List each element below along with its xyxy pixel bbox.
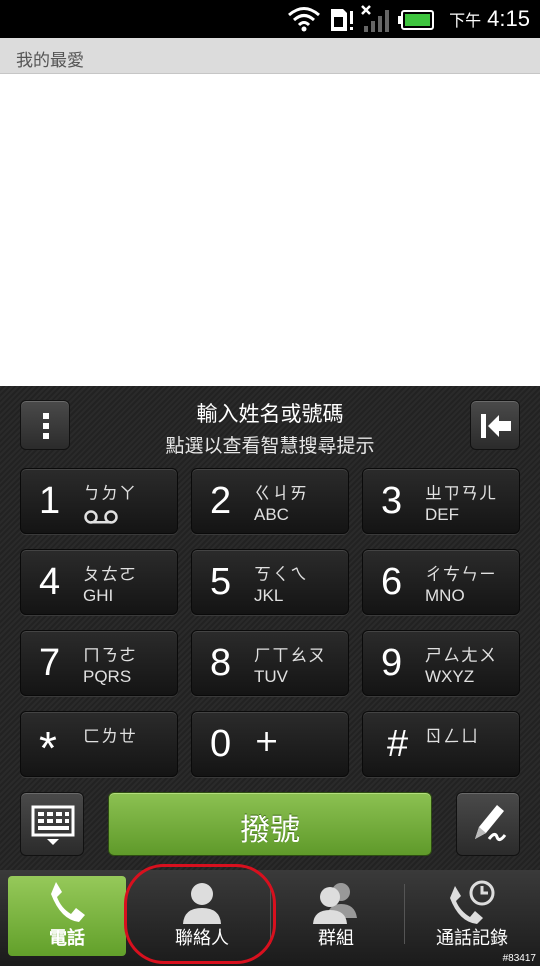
key-digit: 3 <box>381 480 403 522</box>
key-star[interactable]: * ㄈㄌㄝ <box>20 711 178 777</box>
key-letters: DEF <box>425 505 459 524</box>
handwriting-button[interactable] <box>456 792 520 856</box>
key-8[interactable]: 8 ㄏㄒㄠㄡ TUV <box>191 630 349 696</box>
key-7[interactable]: 7 ㄇㄋㄜ PQRS <box>20 630 178 696</box>
key-digit: * <box>39 722 57 774</box>
key-letters: ABC <box>254 505 289 524</box>
key-letters: PQRS <box>83 667 132 686</box>
group-icon <box>313 883 357 924</box>
keyboard-toggle-button[interactable] <box>20 792 84 856</box>
key-zhuyin: ㄅㄉㄚ <box>83 484 137 504</box>
key-digit: 4 <box>39 561 61 603</box>
key-zhuyin: ㄏㄒㄠㄡ <box>254 646 326 666</box>
favorites-list[interactable] <box>0 74 540 386</box>
tab-label: 群組 <box>318 928 354 949</box>
handwriting-pen-icon <box>475 805 507 842</box>
wifi-icon <box>288 7 320 32</box>
status-bar: 下午 4:15 <box>0 0 540 38</box>
tab-label: 通話記錄 <box>436 928 508 949</box>
tab-contacts[interactable]: 聯絡人 <box>140 876 264 956</box>
tab-divider <box>270 884 271 944</box>
backspace-icon <box>481 414 511 438</box>
key-5[interactable]: 5 ㄎㄑㄟ JKL <box>191 549 349 615</box>
signal-icon <box>361 5 389 32</box>
smart-search-hint[interactable]: 點選以查看智慧搜尋提示 <box>90 431 450 458</box>
tab-divider <box>404 884 405 944</box>
key-zhuyin: ㄖㄥㄩ <box>425 727 479 747</box>
more-vertical-icon <box>43 413 49 439</box>
time-period: 下午 <box>449 11 482 30</box>
key-zhuyin: ㄍㄐㄞ <box>254 484 308 504</box>
tab-label: 電話 <box>49 928 85 949</box>
tab-phone[interactable]: 電話 <box>8 876 126 956</box>
tab-groups[interactable]: 群組 <box>276 876 396 956</box>
call-log-icon <box>450 880 495 924</box>
number-input-prompt[interactable]: 輸入姓名或號碼 <box>90 398 450 428</box>
key-digit: 6 <box>381 561 403 603</box>
call-button[interactable]: 撥號 <box>108 792 432 856</box>
key-2[interactable]: 2 ㄍㄐㄞ ABC <box>191 468 349 534</box>
key-digit: 9 <box>381 642 403 684</box>
key-0[interactable]: 0 + <box>191 711 349 777</box>
key-letters: GHI <box>83 586 114 605</box>
key-zhuyin: ㄔㄘㄣㄧ <box>425 565 497 585</box>
clock: 下午 4:15 <box>449 6 530 34</box>
key-letters: WXYZ <box>425 667 475 686</box>
key-zhuyin: ㄈㄌㄝ <box>83 727 137 747</box>
key-letters: JKL <box>254 586 284 605</box>
voicemail-icon <box>84 510 118 524</box>
key-digit: 8 <box>210 642 232 684</box>
phone-icon <box>51 882 85 922</box>
key-9[interactable]: 9 ㄕㄙㄤㄨ WXYZ <box>362 630 520 696</box>
person-icon <box>183 883 221 924</box>
key-zhuyin: ㄇㄋㄜ <box>83 646 137 666</box>
bottom-tab-bar: 電話 聯絡人 群組 通話記錄 <box>0 870 540 966</box>
key-digit: 1 <box>39 480 61 522</box>
key-hash[interactable]: # ㄖㄥㄩ <box>362 711 520 777</box>
watermark: #83417 <box>502 953 536 964</box>
key-zhuyin: ㄆㄊㄛ <box>83 565 137 585</box>
key-1[interactable]: 1 ㄅㄉㄚ <box>20 468 178 534</box>
time: 4:15 <box>487 6 530 31</box>
key-6[interactable]: 6 ㄔㄘㄣㄧ MNO <box>362 549 520 615</box>
tab-call-history[interactable]: 通話記錄 <box>412 876 532 956</box>
key-zhuyin: ㄕㄙㄤㄨ <box>425 646 497 666</box>
call-button-label: 撥號 <box>240 813 300 848</box>
key-zhuyin: ㄎㄑㄟ <box>254 565 308 585</box>
key-digit: # <box>387 723 409 765</box>
keyboard-icon <box>31 805 75 845</box>
favorites-title: 我的最愛 <box>16 51 84 71</box>
dialer-panel: 輸入姓名或號碼 點選以查看智慧搜尋提示 1 ㄅㄉㄚ 2 ㄍㄐㄞ ABC 3 ㄓㄗ… <box>0 386 540 870</box>
key-letters: MNO <box>425 586 465 605</box>
key-letters: TUV <box>254 667 288 686</box>
tab-label: 聯絡人 <box>175 928 229 949</box>
key-3[interactable]: 3 ㄓㄗㄢㄦ DEF <box>362 468 520 534</box>
battery-icon <box>398 10 434 30</box>
key-4[interactable]: 4 ㄆㄊㄛ GHI <box>20 549 178 615</box>
key-digit: 2 <box>210 480 232 522</box>
key-digit: 7 <box>39 642 61 684</box>
sim-alert-icon <box>331 9 353 31</box>
key-digit: 5 <box>210 561 232 603</box>
menu-button[interactable] <box>20 400 70 450</box>
key-plus: + <box>254 724 281 759</box>
backspace-button[interactable] <box>470 400 520 450</box>
favorites-header: 我的最愛 <box>0 38 540 74</box>
key-digit: 0 <box>210 723 232 765</box>
key-zhuyin: ㄓㄗㄢㄦ <box>425 484 497 504</box>
